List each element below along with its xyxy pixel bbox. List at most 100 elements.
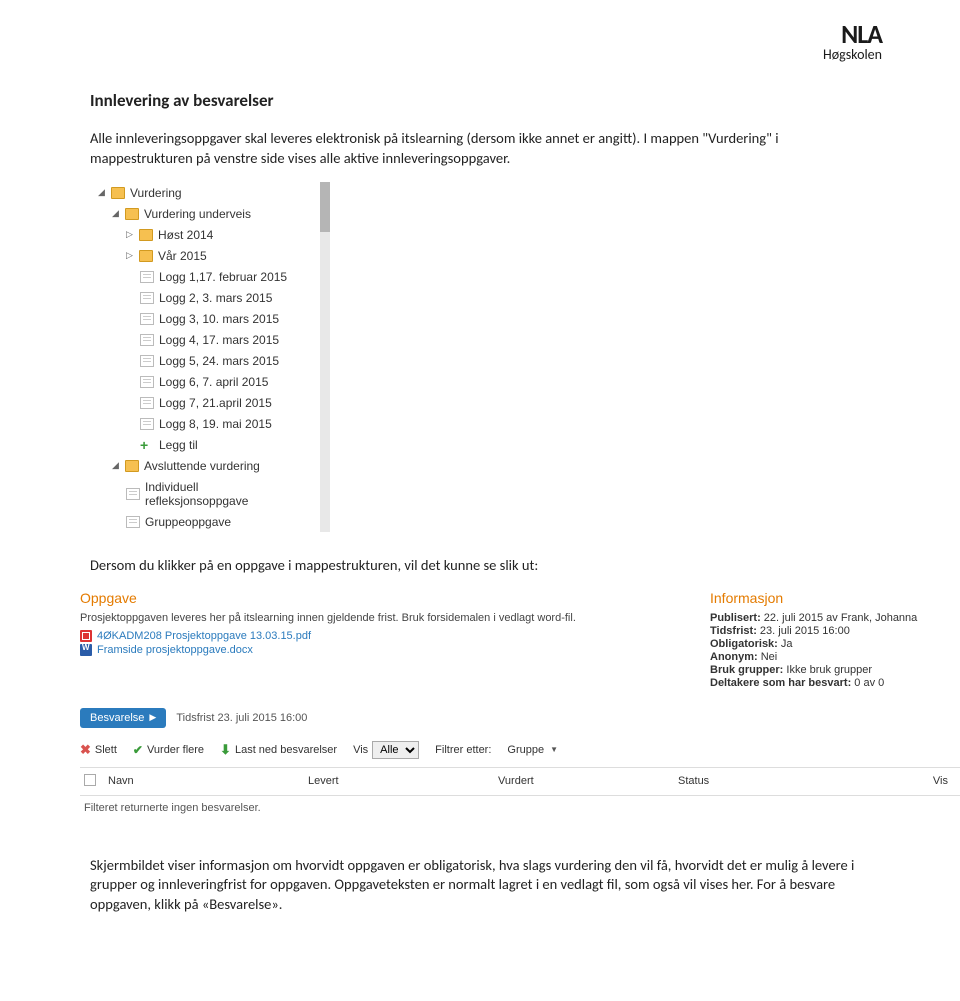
tree-item[interactable]: Logg 2, 3. mars 2015 <box>90 287 320 308</box>
tree-label: Individuell refleksjonsoppgave <box>145 480 270 508</box>
download-answers-button[interactable]: ⬇ Last ned besvarelser <box>220 742 337 758</box>
tree-label: Gruppeoppgave <box>145 515 231 529</box>
tree-label: Logg 3, 10. mars 2015 <box>159 312 279 326</box>
chevron-down-icon: ▼ <box>550 745 558 754</box>
answer-tab-button[interactable]: Besvarelse ▶ <box>80 708 166 728</box>
document-icon <box>140 376 154 388</box>
tree-add-button[interactable]: + Legg til <box>90 434 320 455</box>
tree-folder[interactable]: ◢ Avsluttende vurdering <box>90 455 320 476</box>
tool-label: Vurder flere <box>147 744 204 756</box>
document-icon <box>140 292 154 304</box>
tree-item[interactable]: Logg 6, 7. april 2015 <box>90 371 320 392</box>
tree-item[interactable]: Logg 4, 17. mars 2015 <box>90 329 320 350</box>
collapse-icon: ◢ <box>112 208 120 219</box>
tree-item[interactable]: Logg 5, 24. mars 2015 <box>90 350 320 371</box>
folder-icon <box>125 460 139 472</box>
expand-icon: ▷ <box>126 229 134 240</box>
deadline-text: Tidsfrist 23. juli 2015 16:00 <box>176 712 307 724</box>
plus-icon: + <box>140 439 154 451</box>
col-status[interactable]: Status <box>678 775 878 787</box>
collapse-icon: ◢ <box>112 460 120 471</box>
tab-label: Besvarelse <box>90 712 144 724</box>
document-icon <box>140 271 154 283</box>
intro-paragraph-3: Skjermbildet viser informasjon om hvorvi… <box>90 856 870 915</box>
folder-tree-screenshot: ◢ Vurdering ◢ Vurdering underveis ▷ Høst… <box>90 182 320 532</box>
info-deadline: Tidsfrist: 23. juli 2015 16:00 <box>710 625 960 637</box>
document-icon <box>140 334 154 346</box>
col-name[interactable]: Navn <box>108 775 308 787</box>
expand-icon: ▷ <box>126 250 134 261</box>
document-icon <box>140 313 154 325</box>
filter-dropdown[interactable]: Gruppe ▼ <box>507 744 558 756</box>
filter-value: Gruppe <box>507 744 544 756</box>
document-icon <box>126 488 140 500</box>
document-icon <box>140 418 154 430</box>
attachment-link[interactable]: Framside prosjektoppgave.docx <box>80 644 690 656</box>
folder-icon <box>125 208 139 220</box>
document-icon <box>126 516 140 528</box>
info-groups: Bruk grupper: Ikke bruk grupper <box>710 664 960 676</box>
tree-label: Logg 8, 19. mai 2015 <box>159 417 272 431</box>
tree-label: Logg 7, 21.april 2015 <box>159 396 272 410</box>
tree-item[interactable]: Gruppeoppgave <box>90 511 320 532</box>
tool-label: Last ned besvarelser <box>235 744 337 756</box>
tree-label: Vurdering <box>130 186 182 200</box>
empty-results-message: Filteret returnerte ingen besvarelser. <box>80 796 960 820</box>
info-published: Publisert: 22. juli 2015 av Frank, Johan… <box>710 612 960 624</box>
tree-item[interactable]: Logg 1,17. februar 2015 <box>90 266 320 287</box>
pdf-icon <box>80 630 92 642</box>
assignment-description: Prosjektoppgaven leveres her på itslearn… <box>80 612 690 624</box>
filter-by: Filtrer etter: <box>435 744 491 756</box>
document-icon <box>140 397 154 409</box>
tree-label: Avsluttende vurdering <box>144 459 260 473</box>
logo-line-2: Høgskolen <box>823 46 882 63</box>
show-label: Vis <box>353 744 368 756</box>
tree-folder-root[interactable]: ◢ Vurdering <box>90 182 320 203</box>
folder-icon <box>139 229 153 241</box>
tree-item[interactable]: Logg 3, 10. mars 2015 <box>90 308 320 329</box>
tree-folder[interactable]: ▷ Høst 2014 <box>90 224 320 245</box>
tree-label: Logg 4, 17. mars 2015 <box>159 333 279 347</box>
delete-button[interactable]: ✖Slett <box>80 742 117 758</box>
folder-icon <box>111 187 125 199</box>
show-select[interactable]: Alle <box>372 741 419 759</box>
filter-label: Filtrer etter: <box>435 744 491 756</box>
show-filter: Vis Alle <box>353 741 419 759</box>
col-assessed[interactable]: Vurdert <box>498 775 678 787</box>
tree-item[interactable]: Logg 8, 19. mai 2015 <box>90 413 320 434</box>
info-participants: Deltakere som har besvart: 0 av 0 <box>710 677 960 689</box>
download-icon: ⬇ <box>220 742 231 758</box>
info-heading: Informasjon <box>710 590 960 606</box>
attachment-label: 4ØKADM208 Prosjektoppgave 13.03.15.pdf <box>97 630 311 642</box>
check-icon: ✔ <box>133 743 143 757</box>
intro-paragraph-1: Alle innleveringsoppgaver skal leveres e… <box>90 129 870 168</box>
assess-multiple-button[interactable]: ✔ Vurder flere <box>133 743 204 757</box>
select-all-checkbox[interactable] <box>84 774 96 786</box>
attachment-link[interactable]: 4ØKADM208 Prosjektoppgave 13.03.15.pdf <box>80 630 690 642</box>
info-mandatory: Obligatorisk: Ja <box>710 638 960 650</box>
tree-item[interactable]: Logg 7, 21.april 2015 <box>90 392 320 413</box>
page-title: Innlevering av besvarelser <box>90 90 870 111</box>
assignment-screenshot: Oppgave Prosjektoppgaven leveres her på … <box>80 590 960 820</box>
tree-label: Vår 2015 <box>158 249 207 263</box>
col-delivered[interactable]: Levert <box>308 775 498 787</box>
tree-label: Høst 2014 <box>158 228 213 242</box>
tree-label: Legg til <box>159 438 198 452</box>
collapse-icon: ◢ <box>98 187 106 198</box>
document-icon <box>140 355 154 367</box>
tree-label: Logg 6, 7. april 2015 <box>159 375 268 389</box>
tree-label: Logg 1,17. februar 2015 <box>159 270 287 284</box>
col-show[interactable]: Vis <box>878 775 956 787</box>
scrollbar-thumb[interactable] <box>320 182 330 232</box>
chevron-right-icon: ▶ <box>149 712 156 723</box>
brand-logo: NLA Høgskolen <box>823 18 882 63</box>
info-anonymous: Anonym: Nei <box>710 651 960 663</box>
scrollbar[interactable] <box>320 182 330 532</box>
tree-label: Logg 2, 3. mars 2015 <box>159 291 272 305</box>
tree-label: Logg 5, 24. mars 2015 <box>159 354 279 368</box>
tree-folder[interactable]: ◢ Vurdering underveis <box>90 203 320 224</box>
tree-folder[interactable]: ▷ Vår 2015 <box>90 245 320 266</box>
attachment-label: Framside prosjektoppgave.docx <box>97 644 253 656</box>
x-icon: ✖ <box>80 742 91 758</box>
tree-item[interactable]: Individuell refleksjonsoppgave <box>90 476 270 511</box>
